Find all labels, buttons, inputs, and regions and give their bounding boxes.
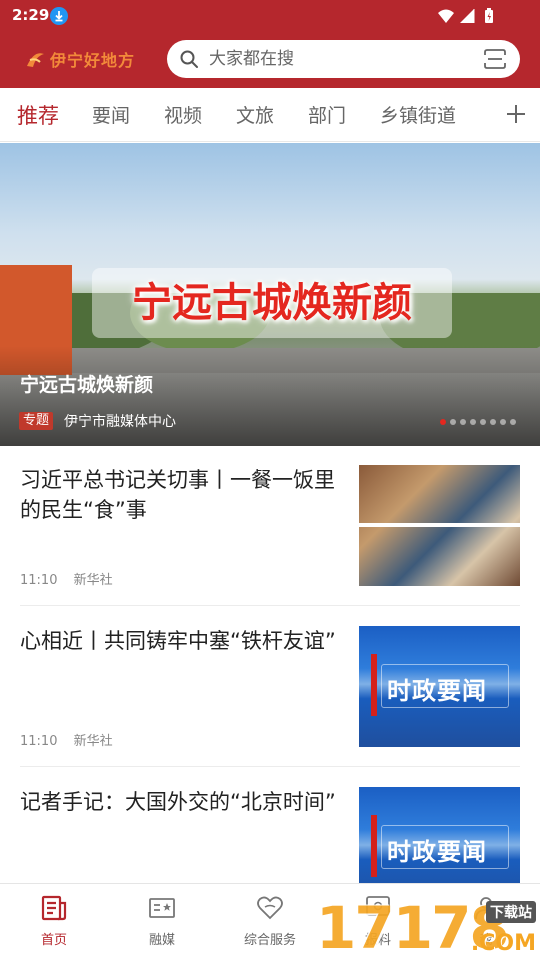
thumbnail-label: 时政要闻	[387, 676, 487, 705]
home-news-icon	[41, 895, 67, 921]
news-thumbnail[interactable]: 时政要闻	[359, 626, 520, 747]
tab-headlines[interactable]: 要闻	[92, 101, 130, 128]
nav-services[interactable]: 综合服务	[216, 884, 324, 960]
search-icon	[180, 50, 198, 68]
divider	[20, 605, 520, 606]
search-bar[interactable]	[167, 40, 520, 78]
carousel-dot[interactable]	[440, 419, 446, 425]
news-time: 11:10	[20, 734, 58, 749]
wifi-icon	[438, 9, 454, 23]
download-icon	[50, 7, 68, 25]
app-logo: 伊宁好地方	[24, 44, 135, 74]
news-meta: 11:10 新华社	[20, 730, 113, 749]
nav-media[interactable]: 融媒	[108, 884, 216, 960]
news-title[interactable]: 习近平总书记关切事丨一餐一饭里的民生“食”事	[20, 465, 340, 525]
thumbnail-label: 时政要闻	[387, 837, 487, 866]
news-item[interactable]: 习近平总书记关切事丨一餐一饭里的民生“食”事 11:10 新华社	[20, 465, 520, 626]
thumbnail-accent-bar	[371, 815, 377, 877]
tab-departments[interactable]: 部门	[308, 101, 346, 128]
banner-title[interactable]: 宁远古城焕新颜	[20, 370, 153, 397]
status-time: 2:29	[12, 6, 50, 24]
news-title[interactable]: 心相近丨共同铸牢中塞“铁杆友谊”	[20, 626, 340, 656]
banner-carousel[interactable]: 宁远古城焕新颜 宁远古城焕新颜 专题 伊宁市融媒体中心	[0, 143, 540, 446]
news-title[interactable]: 记者手记：大国外交的“北京时间”	[20, 787, 340, 817]
news-thumbnail[interactable]: 时政要闻	[359, 787, 520, 883]
banner-headline: 宁远古城焕新颜	[92, 268, 452, 338]
tabs-fade	[470, 88, 500, 141]
news-item[interactable]: 记者手记：大国外交的“北京时间” 时政要闻	[20, 787, 520, 883]
tab-culture-tourism[interactable]: 文旅	[236, 101, 274, 128]
heart-service-icon	[257, 896, 283, 920]
scan-icon[interactable]	[484, 49, 506, 69]
logo-icon	[27, 53, 44, 67]
logo-text: 伊宁好地方	[50, 51, 136, 70]
news-meta: 11:10 新华社	[20, 569, 113, 588]
carousel-dot[interactable]	[500, 419, 506, 425]
news-thumbnail[interactable]	[359, 465, 520, 586]
news-time: 11:10	[20, 573, 58, 588]
carousel-dot[interactable]	[460, 419, 466, 425]
carousel-dot[interactable]	[490, 419, 496, 425]
news-source: 新华社	[73, 734, 113, 749]
news-item[interactable]: 心相近丨共同铸牢中塞“铁杆友谊” 11:10 新华社 时政要闻	[20, 626, 520, 787]
battery-icon	[485, 8, 493, 23]
watermark-tag: 下载站	[486, 901, 536, 923]
banner-source: 伊宁市融媒体中心	[64, 414, 176, 430]
tab-recommend[interactable]: 推荐	[17, 100, 59, 130]
signal-icon	[460, 9, 475, 23]
thumbnail-accent-bar	[371, 654, 377, 716]
news-source: 新华社	[73, 573, 113, 588]
nav-home[interactable]: 首页	[0, 884, 108, 960]
top-header: 伊宁好地方	[0, 32, 540, 88]
nav-label: 首页	[40, 933, 67, 948]
add-tab-icon[interactable]	[502, 100, 530, 128]
nav-label: 融媒	[148, 933, 175, 948]
watermark-domain: .COM	[470, 931, 536, 956]
search-input[interactable]	[209, 40, 469, 78]
status-bar: 2:29	[0, 0, 540, 32]
carousel-dot[interactable]	[450, 419, 456, 425]
thumbnail-divider	[359, 523, 520, 527]
carousel-indicators	[440, 419, 516, 425]
carousel-dot[interactable]	[510, 419, 516, 425]
divider	[20, 766, 520, 767]
tab-video[interactable]: 视频	[164, 101, 202, 128]
status-indicators	[436, 8, 506, 24]
media-icon	[149, 898, 175, 918]
category-tabs: 推荐 要闻 视频 文旅 部门 乡镇街道	[0, 88, 540, 142]
tab-towns-streets[interactable]: 乡镇街道	[380, 101, 456, 128]
site-watermark: 17178 下载站 .COM	[316, 895, 540, 960]
carousel-dot[interactable]	[470, 419, 476, 425]
nav-label: 综合服务	[243, 933, 296, 948]
carousel-dot[interactable]	[480, 419, 486, 425]
topic-badge: 专题	[19, 412, 54, 430]
